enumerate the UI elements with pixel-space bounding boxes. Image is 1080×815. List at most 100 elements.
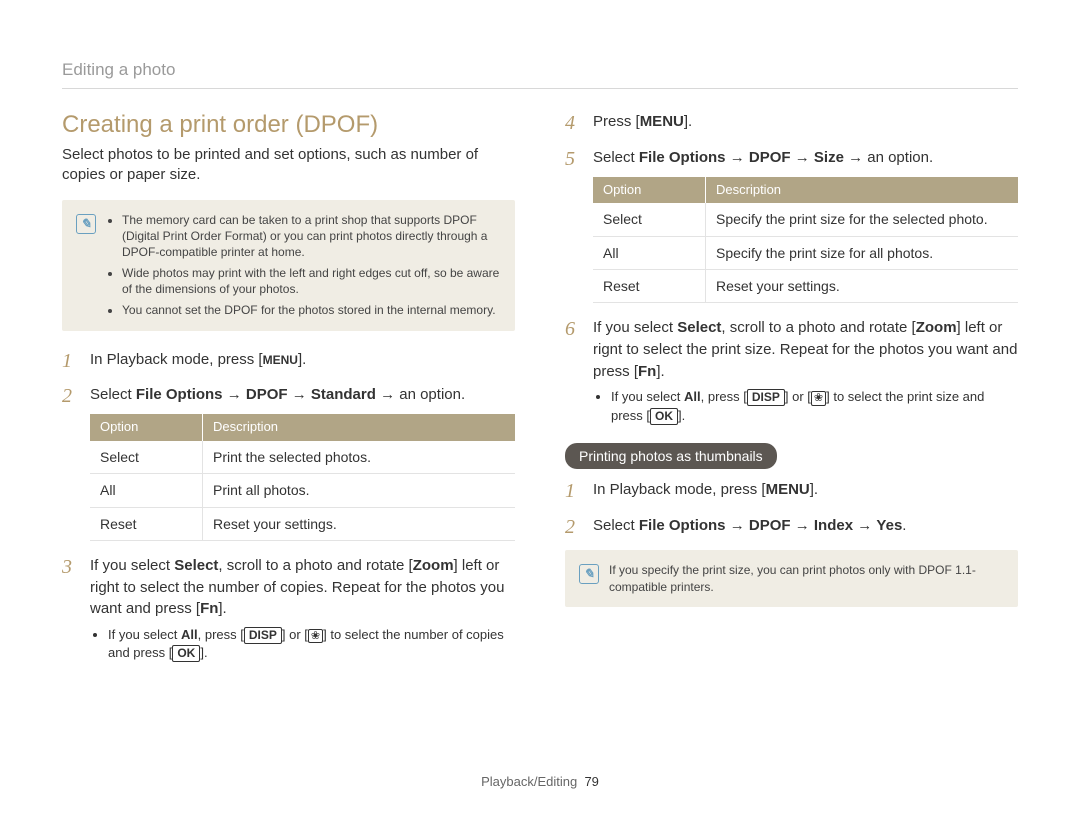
- manual-page: Editing a photo Creating a print order (…: [0, 0, 1080, 815]
- col-description: Description: [706, 177, 1019, 204]
- select-label: Select: [677, 319, 721, 336]
- opt-cell: Select: [90, 441, 203, 474]
- note-text: If you specify the print size, you can p…: [609, 562, 1004, 594]
- step-number: 1: [565, 477, 575, 506]
- note-icon: ✎: [76, 214, 96, 234]
- steps-b: 4 Press [MENU]. 5 Select File Options → …: [565, 111, 1018, 425]
- step-text: Select: [593, 149, 639, 166]
- desc-cell: Reset your settings.: [706, 269, 1019, 302]
- step-text: Press [: [593, 113, 640, 130]
- table-header-row: Option Description: [593, 177, 1018, 204]
- yes-label: Yes: [876, 517, 902, 534]
- step-text: → an option.: [376, 386, 465, 403]
- menu-label: MENU: [766, 481, 810, 498]
- sub-text: ] or [: [785, 389, 811, 404]
- zoom-label: Zoom: [413, 557, 454, 574]
- step-number: 4: [565, 109, 575, 138]
- note-item: You cannot set the DPOF for the photos s…: [122, 302, 501, 318]
- opt-cell: Select: [593, 203, 706, 236]
- step-number: 6: [565, 315, 575, 344]
- col-description: Description: [203, 414, 516, 441]
- arrow: →: [288, 386, 311, 403]
- table-row: ResetReset your settings.: [90, 507, 515, 540]
- opt-cell: All: [593, 236, 706, 269]
- disp-button-label: DISP: [747, 389, 785, 406]
- sub-item: If you select All, press [DISP] or [❀] t…: [611, 388, 1018, 424]
- step-text: ].: [298, 351, 306, 368]
- step-text: In Playback mode, press [: [593, 481, 766, 498]
- desc-cell: Specify the print size for all photos.: [706, 236, 1019, 269]
- step-number: 3: [62, 553, 72, 582]
- arrow: →: [853, 517, 876, 534]
- col-option: Option: [90, 414, 203, 441]
- zoom-label: Zoom: [916, 319, 957, 336]
- section-title: Creating a print order (DPOF): [62, 111, 515, 139]
- menu-label: MENU: [640, 113, 684, 130]
- opt-cell: Reset: [593, 269, 706, 302]
- step-text: Select: [90, 386, 136, 403]
- step-c1: 1 In Playback mode, press [MENU].: [565, 479, 1018, 501]
- table-row: AllPrint all photos.: [90, 474, 515, 507]
- note-list: The memory card can be taken to a print …: [106, 212, 501, 319]
- steps-a: 1 In Playback mode, press [MENU]. 2 Sele…: [62, 349, 515, 663]
- all-label: All: [181, 627, 198, 642]
- table-header-row: Option Description: [90, 414, 515, 441]
- note-item: Wide photos may print with the left and …: [122, 265, 501, 297]
- step-c2: 2 Select File Options → DPOF → Index → Y…: [565, 515, 1018, 537]
- note-item: The memory card can be taken to a print …: [122, 212, 501, 261]
- all-label: All: [684, 389, 701, 404]
- macro-icon: ❀: [811, 391, 826, 405]
- step-text: Select: [593, 517, 639, 534]
- note-box-2: ✎ If you specify the print size, you can…: [565, 550, 1018, 606]
- step-text: If you select: [593, 319, 677, 336]
- standard-label: Standard: [311, 386, 376, 403]
- file-options-label: File Options: [639, 517, 726, 534]
- step-text: ].: [810, 481, 818, 498]
- step-number: 2: [62, 382, 72, 411]
- page-number: 79: [584, 774, 598, 789]
- options-table-1: Option Description SelectPrint the selec…: [90, 414, 515, 541]
- table-row: SelectSpecify the print size for the sel…: [593, 203, 1018, 236]
- note-icon: ✎: [579, 564, 599, 584]
- page-header: Editing a photo: [62, 60, 1018, 89]
- opt-cell: All: [90, 474, 203, 507]
- table-row: ResetReset your settings.: [593, 269, 1018, 302]
- disp-button-label: DISP: [244, 627, 282, 644]
- desc-cell: Specify the print size for the selected …: [706, 203, 1019, 236]
- desc-cell: Reset your settings.: [203, 507, 516, 540]
- size-label: Size: [814, 149, 844, 166]
- left-column: Creating a print order (DPOF) Select pho…: [62, 111, 515, 676]
- page-footer: Playback/Editing 79: [0, 774, 1080, 789]
- fn-label: Fn: [200, 600, 218, 617]
- table-row: SelectPrint the selected photos.: [90, 441, 515, 474]
- step-text: , scroll to a photo and rotate [: [721, 319, 915, 336]
- sub-text: , press [: [198, 627, 244, 642]
- ok-button-label: OK: [172, 645, 200, 662]
- sub-text: If you select: [108, 627, 181, 642]
- steps-c: 1 In Playback mode, press [MENU]. 2 Sele…: [565, 479, 1018, 537]
- sub-text: ].: [200, 645, 207, 660]
- options-table-2: Option Description SelectSpecify the pri…: [593, 177, 1018, 304]
- desc-cell: Print all photos.: [203, 474, 516, 507]
- right-column: 4 Press [MENU]. 5 Select File Options → …: [565, 111, 1018, 676]
- step-5: 5 Select File Options → DPOF → Size → an…: [565, 147, 1018, 303]
- arrow: →: [726, 517, 749, 534]
- step-text: ].: [218, 600, 226, 617]
- sub-bullets: If you select All, press [DISP] or [❀] t…: [90, 626, 515, 662]
- footer-section: Playback/Editing: [481, 774, 577, 789]
- sub-text: If you select: [611, 389, 684, 404]
- macro-icon: ❀: [308, 629, 323, 643]
- file-options-label: File Options: [639, 149, 726, 166]
- step-text: If you select: [90, 557, 174, 574]
- arrow: →: [791, 149, 814, 166]
- step-text: In Playback mode, press [: [90, 351, 263, 368]
- step-text: → an option.: [844, 149, 933, 166]
- step-2: 2 Select File Options → DPOF → Standard …: [62, 384, 515, 540]
- file-options-label: File Options: [136, 386, 223, 403]
- arrow: →: [223, 386, 246, 403]
- select-label: Select: [174, 557, 218, 574]
- step-1: 1 In Playback mode, press [MENU].: [62, 349, 515, 371]
- arrow: →: [726, 149, 749, 166]
- sub-item: If you select All, press [DISP] or [❀] t…: [108, 626, 515, 662]
- step-text: .: [902, 517, 906, 534]
